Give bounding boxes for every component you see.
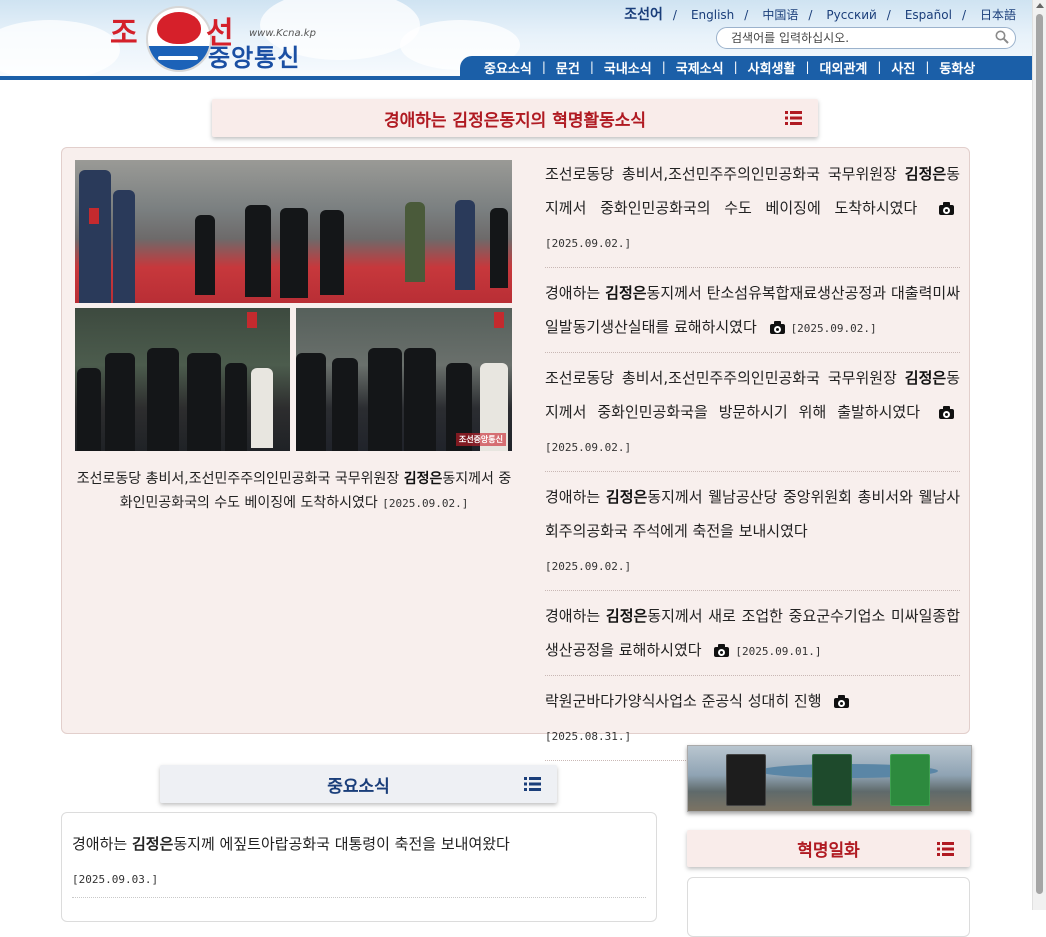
nav-videos[interactable]: 동화상 [939, 58, 975, 77]
section-title: 중요소식 [327, 776, 390, 797]
news-item[interactable]: 경애하는 김정은동지께 에짚트아랍공화국 대통령이 축전을 보내여왔다 [202… [72, 827, 646, 898]
search-box [716, 27, 1016, 49]
section-title: 혁명일화 [797, 841, 860, 861]
featured-photo-right[interactable]: 조선중앙통신 [296, 308, 512, 451]
revolutionary-anecdote-panel [687, 877, 970, 937]
revolutionary-activities-header[interactable]: 경애하는 김정은동지의 혁명활동소식 [212, 99, 818, 137]
lang-japanese[interactable]: 日本語 [980, 8, 1016, 22]
lang-english[interactable]: English [691, 8, 734, 22]
logo-text-bottom: 중앙통신 [208, 44, 301, 72]
main-nav: 중요소식 | 문건 | 국내소식 | 국제소식 | 사회생활 | 대외관계 | 사진 | 동화… [460, 56, 1032, 78]
lang-russian[interactable]: Русский [826, 8, 876, 22]
camera-icon [939, 406, 954, 419]
nav-photos[interactable]: 사진 [891, 58, 915, 77]
vertical-scrollbar[interactable] [1032, 0, 1046, 910]
section-title: 경애하는 김정은동지의 혁명활동소식 [383, 110, 647, 131]
camera-icon [714, 644, 730, 657]
kcna-logo[interactable]: 조 선 www.Kcna.kp 중앙통신 [108, 6, 328, 72]
revolutionary-news-list: 조선로동당 총비서,조선민주주의인민공화국 국무위원장 김정은동지께서 중화인민… [545, 155, 960, 767]
news-item[interactable]: 경애하는 김정은동지께서 웰남공산당 중앙위원회 총비서와 웰남사회주의공화국 … [545, 478, 960, 591]
news-item[interactable]: 조선로동당 총비서,조선민주주의인민공화국 국무위원장 김정은동지께서 중화인민… [545, 359, 960, 472]
scroll-up-icon[interactable] [1036, 3, 1044, 8]
search-input[interactable] [731, 29, 981, 47]
lang-chinese[interactable]: 中国语 [762, 8, 798, 22]
news-item[interactable]: 조선로동당 총비서,조선민주주의인민공화국 국무위원장 김정은동지께서 중화인민… [545, 155, 960, 268]
logo-emblem-icon [146, 6, 212, 72]
nav-social-life[interactable]: 사회생활 [748, 58, 796, 77]
camera-icon [834, 695, 850, 708]
nav-international-news[interactable]: 국제소식 [676, 58, 724, 77]
featured-headline[interactable]: 조선로동당 총비서,조선민주주의인민공화국 국무위원장 김정은동지께서 중화인민… [72, 467, 516, 516]
list-icon[interactable] [524, 777, 541, 791]
logo-text-left: 조 [110, 16, 139, 51]
camera-icon [938, 202, 954, 215]
featured-photo-main[interactable] [75, 160, 512, 303]
list-icon[interactable] [937, 842, 954, 856]
lang-spanish[interactable]: Español [905, 8, 952, 22]
nav-documents[interactable]: 문건 [556, 58, 580, 77]
book-icon [890, 754, 930, 806]
scrollbar-thumb[interactable] [1036, 14, 1043, 894]
featured-photo-left[interactable] [75, 308, 290, 451]
news-item[interactable]: 경애하는 김정은동지께서 새로 조업한 중요군수기업소 미싸일종합생산공정을 료… [545, 597, 960, 676]
book-icon [726, 754, 766, 806]
cloud-decoration [0, 20, 120, 80]
nav-foreign-relations[interactable]: 대외관계 [820, 58, 868, 77]
nav-important-news[interactable]: 중요소식 [484, 58, 532, 77]
book-icon [812, 754, 852, 806]
nav-domestic-news[interactable]: 국내소식 [604, 58, 652, 77]
news-item[interactable]: 경애하는 김정은동지께서 탄소섬유복합재료생산공정과 대출력미싸일발동기생산실태… [545, 274, 960, 353]
language-selector: 조선어 / English / 中国语 / Русский / Español / 日本語 [624, 7, 1016, 23]
camera-icon [769, 321, 785, 334]
featured-date: [2025.09.02.] [382, 497, 469, 510]
revolutionary-anecdote-header[interactable]: 혁명일화 [687, 830, 970, 867]
lang-korean[interactable]: 조선어 [624, 7, 663, 23]
list-icon[interactable] [785, 111, 802, 125]
important-news-panel: 경애하는 김정은동지께 에짚트아랍공화국 대통령이 축전을 보내여왔다 [202… [61, 812, 657, 922]
search-icon[interactable] [995, 30, 1009, 44]
publications-banner[interactable] [687, 745, 972, 812]
kcna-watermark: 조선중앙통신 [455, 433, 506, 446]
important-news-header[interactable]: 중요소식 [160, 765, 557, 803]
